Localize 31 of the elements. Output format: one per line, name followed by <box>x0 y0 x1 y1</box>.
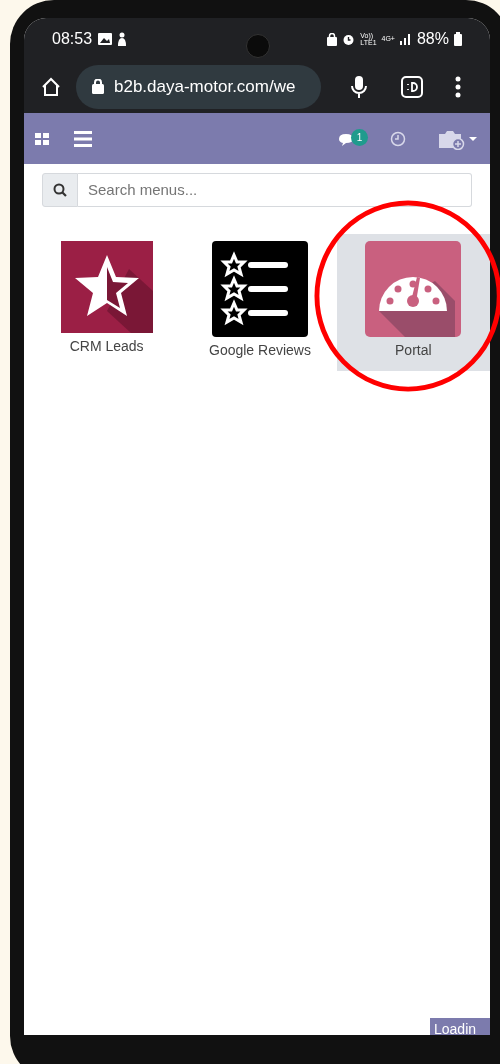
microphone-icon[interactable] <box>351 74 367 99</box>
message-count-badge: 1 <box>351 128 368 146</box>
url-text: b2b.daya-motor.com/we <box>114 75 296 98</box>
clock: 08:53 <box>52 29 93 49</box>
image-icon <box>98 33 113 45</box>
address-bar[interactable]: b2b.daya-motor.com/we <box>76 64 321 109</box>
app-tile[interactable]: CRM Leads <box>30 234 184 371</box>
apps-grid-icon[interactable] <box>35 132 49 145</box>
app-label: Google Reviews <box>209 341 311 360</box>
home-icon[interactable] <box>40 75 62 98</box>
search-field[interactable]: Search menus... <box>78 173 472 207</box>
clock-icon[interactable] <box>390 130 406 147</box>
figure-icon <box>116 32 129 46</box>
star-list-icon <box>212 241 308 337</box>
loading-indicator: Loadin <box>430 1018 490 1035</box>
search-icon <box>53 183 67 197</box>
battery-percent: 88% <box>416 29 449 49</box>
lock-icon <box>92 79 104 94</box>
app-label: Portal <box>395 341 432 360</box>
battery-icon <box>454 32 462 46</box>
gauge-icon <box>365 241 462 337</box>
app-label: CRM Leads <box>69 337 144 356</box>
camera-hole <box>246 34 270 58</box>
menu-icon[interactable] <box>74 130 92 147</box>
alarm-icon <box>342 32 356 46</box>
signal-icon <box>399 33 412 45</box>
lock-icon <box>327 32 338 46</box>
tabs-icon[interactable] <box>401 75 423 98</box>
app-tile[interactable]: Google Reviews <box>183 234 337 371</box>
app-tile[interactable]: Portal <box>336 234 490 371</box>
more-icon[interactable] <box>455 75 461 98</box>
